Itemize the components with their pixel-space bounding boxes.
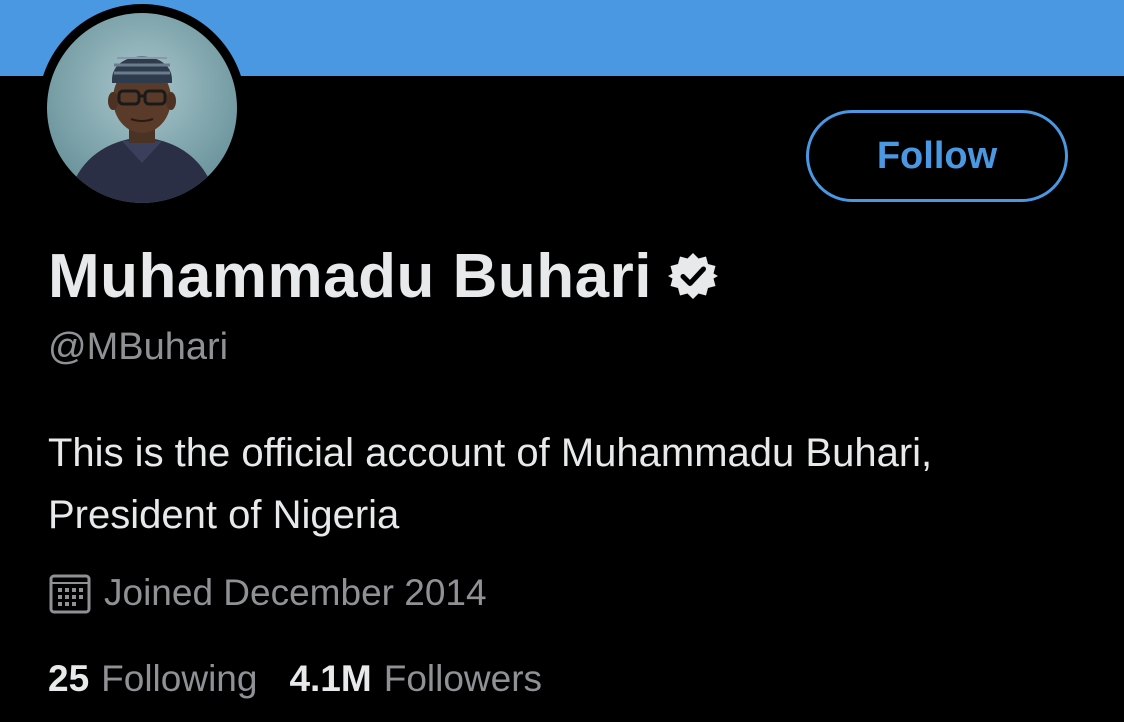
avatar[interactable] <box>38 4 246 212</box>
profile-bio: This is the official account of Muhammad… <box>48 431 933 537</box>
verified-badge-icon[interactable] <box>667 251 718 301</box>
joined-date: Joined December 2014 <box>104 572 487 613</box>
followers-count: 4.1M <box>289 658 372 699</box>
following-count: 25 <box>48 658 90 699</box>
following-label: Following <box>101 658 258 699</box>
followers-label: Followers <box>383 658 543 699</box>
name-row: Muhammadu Buhari <box>48 236 718 316</box>
joined-info: Joined December 2014 <box>48 568 487 618</box>
followers-link[interactable]: 4.1M Followers <box>289 658 542 700</box>
calendar-icon <box>49 574 91 614</box>
profile-handle: @MBuhari <box>48 326 229 368</box>
follow-button[interactable]: Follow <box>806 110 1068 202</box>
following-link[interactable]: 25 Following <box>48 658 257 700</box>
display-name: Muhammadu Buhari <box>48 241 652 311</box>
profile-stats: 25 Following 4.1M Followers <box>48 654 542 704</box>
profile-photo <box>47 13 237 203</box>
profile-page: Follow Muhammadu Buhari @MBuhari This is… <box>0 0 1124 722</box>
